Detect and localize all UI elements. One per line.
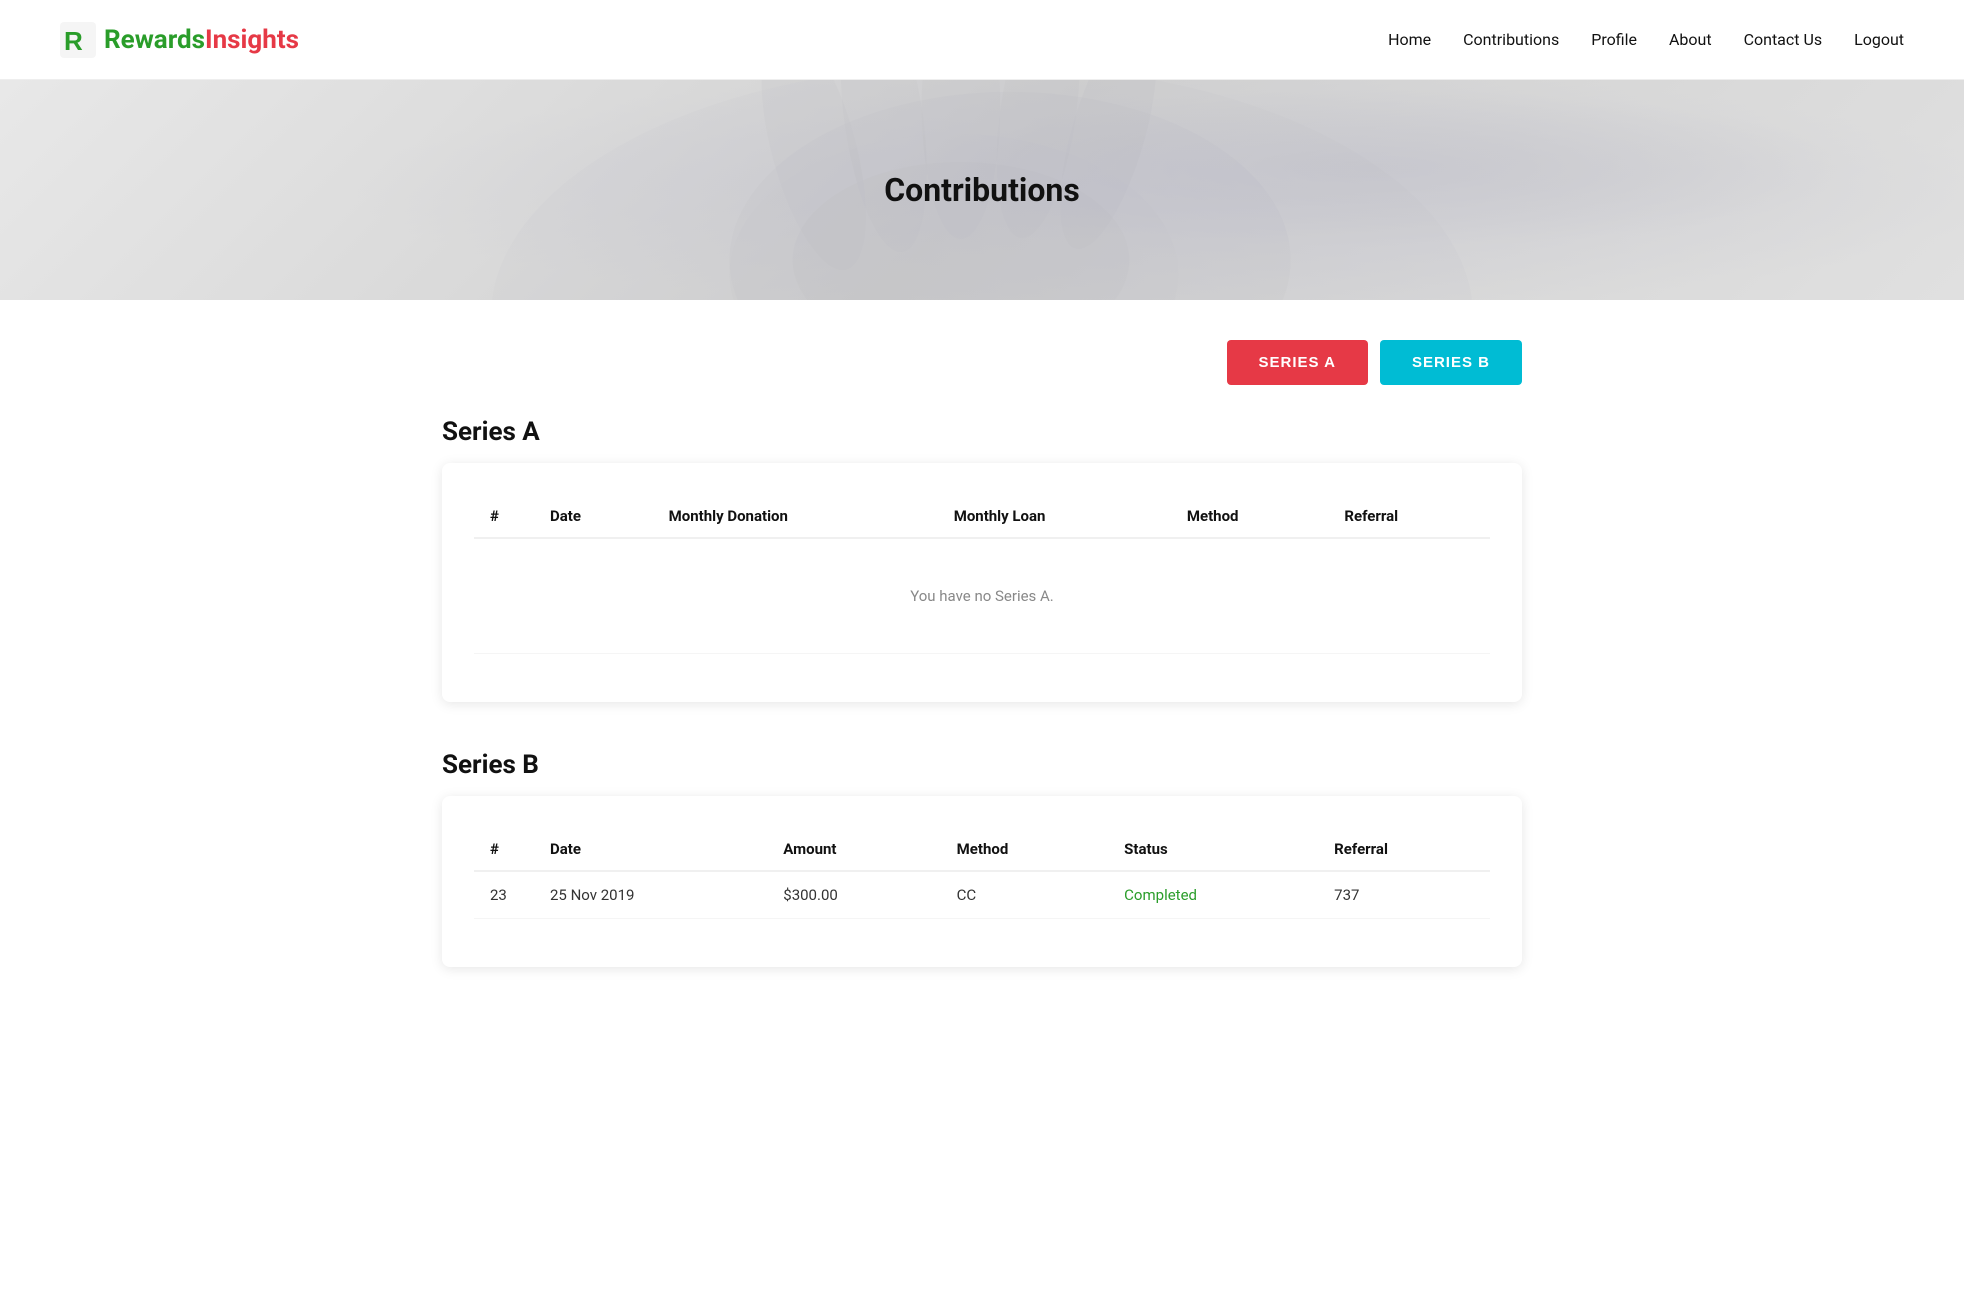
series-b-col-method: Method <box>941 828 1109 871</box>
series-b-col-amount: Amount <box>767 828 940 871</box>
series-a-col-method: Method <box>1171 495 1329 538</box>
cell-status: Completed <box>1108 871 1318 919</box>
hero-banner: Contributions <box>0 80 1964 300</box>
logo-link[interactable]: R RewardsInsights <box>60 22 299 58</box>
series-a-header-row: # Date Monthly Donation Monthly Loan Met… <box>474 495 1490 538</box>
series-a-empty-row: You have no Series A. <box>474 538 1490 654</box>
nav-links: Home Contributions Profile About Contact… <box>1388 30 1904 49</box>
series-a-table-card: # Date Monthly Donation Monthly Loan Met… <box>442 463 1522 702</box>
series-b-col-date: Date <box>534 828 767 871</box>
series-a-empty-message: You have no Series A. <box>474 538 1490 654</box>
series-b-button[interactable]: SERIES B <box>1380 340 1522 385</box>
navbar: R RewardsInsights Home Contributions Pro… <box>0 0 1964 80</box>
logo-insights-text: Insights <box>205 25 299 55</box>
nav-profile[interactable]: Profile <box>1591 30 1637 49</box>
series-a-col-monthly-donation: Monthly Donation <box>653 495 938 538</box>
series-a-col-referral: Referral <box>1328 495 1490 538</box>
series-b-col-status: Status <box>1108 828 1318 871</box>
series-buttons-container: SERIES A SERIES B <box>442 340 1522 385</box>
series-b-col-referral: Referral <box>1318 828 1490 871</box>
series-b-table-card: # Date Amount Method Status Referral 23 … <box>442 796 1522 967</box>
series-a-table: # Date Monthly Donation Monthly Loan Met… <box>474 495 1490 654</box>
series-a-col-monthly-loan: Monthly Loan <box>938 495 1171 538</box>
series-b-table: # Date Amount Method Status Referral 23 … <box>474 828 1490 919</box>
logo-rewards-text: Rewards <box>104 25 205 55</box>
series-b-heading: Series B <box>442 750 1522 780</box>
cell-amount: $300.00 <box>767 871 940 919</box>
series-a-col-number: # <box>474 495 534 538</box>
series-a-button[interactable]: SERIES A <box>1227 340 1368 385</box>
table-row: 23 25 Nov 2019 $300.00 CC Completed 737 <box>474 871 1490 919</box>
nav-contact-us[interactable]: Contact Us <box>1744 30 1823 49</box>
logo-icon: R <box>60 22 96 58</box>
cell-date: 25 Nov 2019 <box>534 871 767 919</box>
hero-title: Contributions <box>884 171 1080 209</box>
svg-text:R: R <box>64 26 83 56</box>
series-b-col-number: # <box>474 828 534 871</box>
nav-logout[interactable]: Logout <box>1854 30 1904 49</box>
cell-method: CC <box>941 871 1109 919</box>
cell-referral: 737 <box>1318 871 1490 919</box>
nav-about[interactable]: About <box>1669 30 1712 49</box>
series-a-heading: Series A <box>442 417 1522 447</box>
series-a-col-date: Date <box>534 495 653 538</box>
nav-contributions[interactable]: Contributions <box>1463 30 1559 49</box>
nav-home[interactable]: Home <box>1388 30 1431 49</box>
main-content: SERIES A SERIES B Series A # Date Monthl… <box>382 300 1582 1095</box>
cell-number: 23 <box>474 871 534 919</box>
series-b-header-row: # Date Amount Method Status Referral <box>474 828 1490 871</box>
